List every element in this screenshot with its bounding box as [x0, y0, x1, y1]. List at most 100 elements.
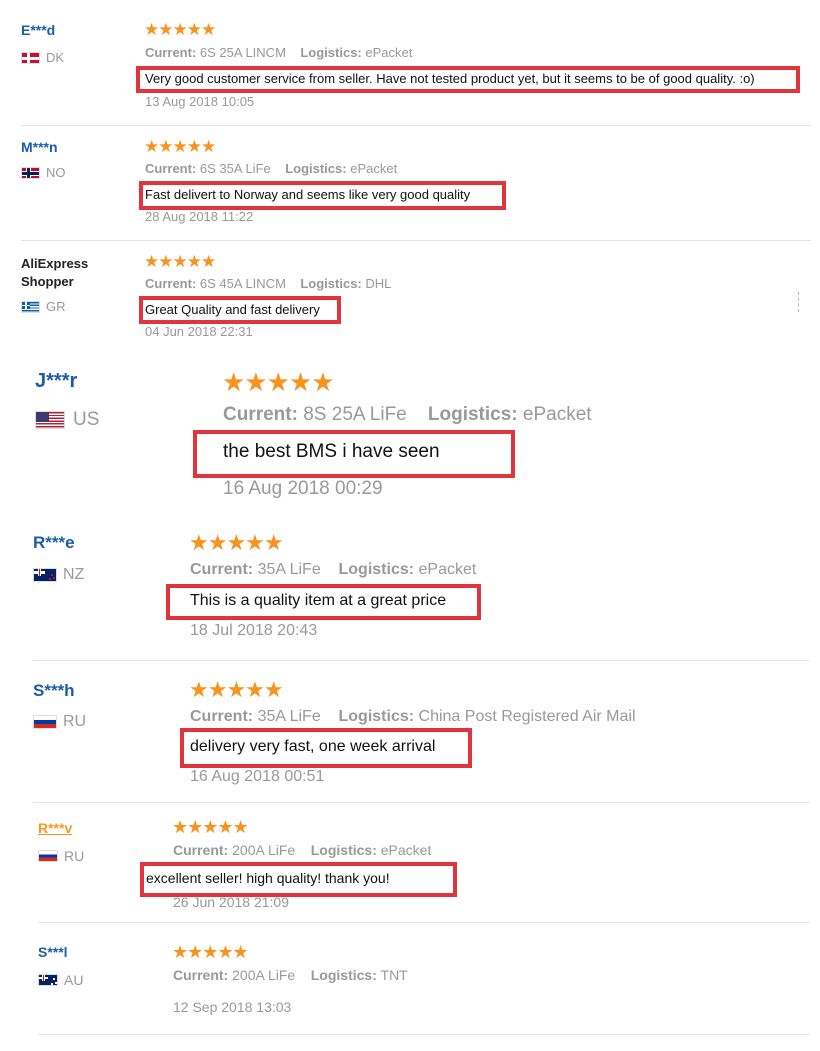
- order-info: Current: 8S 25A LiFe Logistics: ePacket: [223, 404, 592, 426]
- logistics-value: ePacket: [418, 561, 477, 578]
- logistics-label: Logistics:: [427, 404, 518, 425]
- scroll-edge-marker: [798, 292, 800, 312]
- divider: [33, 660, 810, 661]
- review-date: 04 Jun 2018 22:31: [145, 324, 253, 339]
- flag-au-icon: [38, 974, 58, 986]
- current-value: 6S 45A LINCM: [199, 276, 286, 291]
- flag-us-icon: [35, 411, 65, 429]
- reviewer-country: AU: [38, 972, 83, 988]
- current-value: 35A LiFe: [257, 561, 321, 578]
- current-label: Current:: [145, 276, 197, 291]
- country-code: US: [73, 409, 100, 430]
- current-label: Current:: [145, 45, 197, 60]
- review-text: delivery very fast, one week arrival: [190, 738, 436, 755]
- divider: [33, 802, 810, 803]
- reviewer-country: NO: [21, 165, 66, 180]
- current-label: Current:: [223, 404, 298, 425]
- country-code: AU: [64, 972, 84, 988]
- review-text: Very good customer service from seller. …: [145, 71, 755, 86]
- review-text: the best BMS i have seen: [223, 441, 440, 462]
- reviewer-name: AliExpress Shopper: [21, 255, 88, 291]
- current-label: Current:: [145, 161, 197, 176]
- logistics-label: Logistics:: [338, 561, 415, 578]
- reviewer-name[interactable]: R***e: [33, 533, 75, 553]
- review-date: 18 Jul 2018 20:43: [190, 622, 318, 639]
- logistics-label: Logistics:: [300, 45, 362, 60]
- reviewer-country: RU: [38, 848, 84, 864]
- divider: [38, 1034, 810, 1035]
- reviewer-name[interactable]: S***h: [33, 681, 75, 701]
- review-text: This is a quality item at a great price: [190, 592, 447, 609]
- current-value: 35A LiFe: [257, 708, 321, 725]
- reviewer-country: NZ: [33, 566, 84, 584]
- order-info: Current: 6S 45A LINCM Logistics: DHL: [145, 276, 391, 291]
- reviewer-country: DK: [21, 50, 64, 65]
- current-label: Current:: [190, 708, 254, 725]
- logistics-label: Logistics:: [310, 967, 377, 983]
- logistics-value: TNT: [380, 967, 408, 983]
- reviewer-name[interactable]: S***l: [38, 944, 68, 960]
- reviewer-name[interactable]: J***r: [35, 370, 77, 393]
- reviewer-country: US: [35, 409, 99, 431]
- logistics-label: Logistics:: [300, 276, 362, 291]
- rating-stars: ★★★★★: [222, 367, 335, 397]
- current-value: 8S 25A LiFe: [303, 404, 407, 425]
- logistics-value: ePacket: [365, 45, 413, 60]
- review-text: excellent seller! high quality! thank yo…: [146, 870, 390, 886]
- reviewer-country: RU: [33, 713, 86, 731]
- country-code: RU: [64, 848, 85, 864]
- review-date: 16 Aug 2018 00:51: [190, 768, 325, 785]
- order-info: Current: 35A LiFe Logistics: ePacket: [190, 561, 476, 579]
- country-code: NZ: [63, 566, 85, 583]
- rating-stars: ★★★★★: [172, 942, 249, 962]
- current-value: 6S 25A LINCM: [199, 45, 286, 60]
- current-label: Current:: [173, 842, 229, 858]
- review-date: 13 Aug 2018 10:05: [145, 94, 255, 109]
- review-date: 28 Aug 2018 11:22: [145, 209, 254, 224]
- country-code: RU: [63, 713, 87, 730]
- order-info: Current: 35A LiFe Logistics: China Post …: [190, 708, 636, 726]
- rating-stars: ★★★★★: [144, 20, 216, 39]
- reviewer-name[interactable]: R***v: [38, 820, 72, 836]
- logistics-label: Logistics:: [285, 161, 347, 176]
- current-value: 200A LiFe: [232, 967, 296, 983]
- review-date: 12 Sep 2018 13:03: [173, 999, 292, 1015]
- country-code: DK: [46, 50, 65, 65]
- reviewer-country: GR: [21, 299, 66, 314]
- flag-dk-icon: [21, 51, 40, 64]
- logistics-label: Logistics:: [338, 708, 415, 725]
- flag-nz-icon: [33, 568, 57, 582]
- current-label: Current:: [173, 967, 229, 983]
- flag-ru-icon: [33, 715, 57, 729]
- rating-stars: ★★★★★: [172, 817, 249, 837]
- divider: [21, 240, 811, 241]
- country-code: NO: [46, 165, 66, 180]
- logistics-label: Logistics:: [310, 842, 377, 858]
- logistics-value: ePacket: [380, 842, 432, 858]
- rating-stars: ★★★★★: [189, 530, 284, 555]
- order-info: Current: 6S 35A LiFe Logistics: ePacket: [145, 161, 397, 176]
- reviewer-name[interactable]: M***n: [21, 139, 58, 155]
- flag-no-icon: [21, 166, 40, 179]
- order-info: Current: 200A LiFe Logistics: ePacket: [173, 842, 431, 858]
- logistics-value: ePacket: [350, 161, 398, 176]
- rating-stars: ★★★★★: [144, 252, 216, 271]
- review-date: 16 Aug 2018 00:29: [223, 478, 383, 499]
- rating-stars: ★★★★★: [144, 137, 216, 156]
- reviewer-name[interactable]: E***d: [21, 22, 55, 38]
- country-code: GR: [46, 299, 66, 314]
- current-value: 200A LiFe: [232, 842, 296, 858]
- reviewer-name-line: Shopper: [21, 274, 74, 289]
- rating-stars: ★★★★★: [189, 677, 284, 702]
- review-text: Fast delivert to Norway and seems like v…: [145, 187, 471, 202]
- current-value: 6S 35A LiFe: [199, 161, 271, 176]
- logistics-value: ePacket: [522, 404, 592, 425]
- order-info: Current: 200A LiFe Logistics: TNT: [173, 967, 408, 983]
- current-label: Current:: [190, 561, 254, 578]
- review-text: Great Quality and fast delivery: [145, 302, 320, 317]
- order-info: Current: 6S 25A LINCM Logistics: ePacket: [145, 45, 412, 60]
- flag-ru-icon: [38, 850, 58, 862]
- divider: [21, 125, 811, 126]
- divider: [38, 922, 810, 923]
- flag-gr-icon: [21, 300, 40, 313]
